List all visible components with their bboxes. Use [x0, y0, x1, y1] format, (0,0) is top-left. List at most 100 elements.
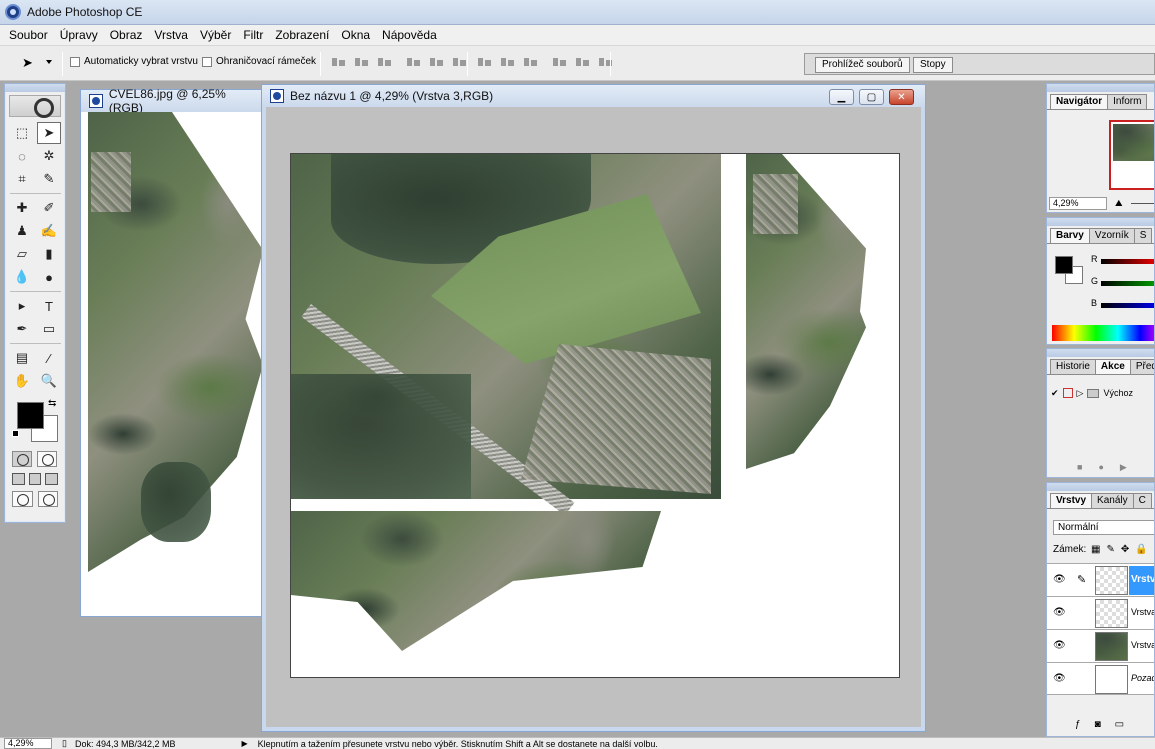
blend-mode-select[interactable]: Normální: [1053, 520, 1154, 535]
type-tool-icon[interactable]: T: [37, 295, 61, 317]
check-icon[interactable]: ✔: [1051, 388, 1059, 399]
path-selection-icon[interactable]: ▸: [10, 295, 34, 317]
lock-position-icon[interactable]: ✥: [1121, 544, 1129, 555]
tab-file-browser[interactable]: Prohlížeč souborů: [815, 57, 910, 73]
distribute-vcenter-icon[interactable]: [499, 55, 516, 69]
document-size[interactable]: Dok: 494,3 MB/342,2 MB: [75, 739, 176, 749]
align-vcenter-icon[interactable]: [353, 55, 370, 69]
default-colors-icon[interactable]: [12, 430, 19, 437]
record-icon[interactable]: ●: [1098, 462, 1103, 473]
menu-edit[interactable]: Úpravy: [54, 25, 104, 45]
maximize-button[interactable]: ▢: [859, 89, 884, 105]
distribute-hcenter-icon[interactable]: [574, 55, 591, 69]
pen-tool-icon[interactable]: ✒: [10, 318, 34, 340]
navigator-zoom-field[interactable]: 4,29%: [1049, 197, 1107, 210]
menu-filter[interactable]: Filtr: [237, 25, 269, 45]
align-bottom-icon[interactable]: [376, 55, 393, 69]
action-set-row[interactable]: ✔ ▷ Výchoz: [1051, 385, 1154, 401]
menu-file[interactable]: Soubor: [3, 25, 54, 45]
full-screen-icon[interactable]: [45, 473, 59, 485]
color-ramp[interactable]: [1052, 325, 1154, 341]
full-screen-menu-icon[interactable]: [28, 473, 42, 485]
history-brush-icon[interactable]: ✍: [37, 220, 61, 242]
menu-window[interactable]: Okna: [335, 25, 376, 45]
jump-icon[interactable]: [37, 491, 58, 507]
eye-icon[interactable]: 👁: [1053, 640, 1066, 651]
slice-tool-icon[interactable]: ✎: [37, 168, 61, 190]
distribute-left-icon[interactable]: [551, 55, 568, 69]
tab-history[interactable]: Historie: [1050, 359, 1096, 374]
lock-image-icon[interactable]: ✎: [1106, 544, 1114, 555]
lasso-tool-icon[interactable]: ◌: [10, 145, 34, 167]
show-bounding-box-checkbox[interactable]: Ohraničovací rámeček: [202, 56, 316, 67]
standard-screen-icon[interactable]: [12, 473, 25, 485]
panel-titlebar[interactable]: [1047, 483, 1154, 491]
menu-select[interactable]: Výběr: [194, 25, 237, 45]
align-right-icon[interactable]: [451, 55, 468, 69]
checkbox-box[interactable]: [70, 56, 80, 67]
eyedropper-icon[interactable]: ⁄: [37, 347, 61, 369]
panel-titlebar[interactable]: [1047, 349, 1154, 357]
minimize-button[interactable]: ▁: [829, 89, 854, 105]
close-button[interactable]: ✕: [889, 89, 914, 105]
shape-tool-icon[interactable]: ▭: [37, 318, 61, 340]
clone-stamp-icon[interactable]: ♟: [10, 220, 34, 242]
eraser-tool-icon[interactable]: ▱: [10, 243, 34, 265]
checkbox-box[interactable]: [202, 56, 212, 67]
dodge-tool-icon[interactable]: ●: [37, 266, 61, 288]
crop-tool-icon[interactable]: ⌗: [10, 168, 34, 190]
gradient-tool-icon[interactable]: ▮: [37, 243, 61, 265]
play-icon[interactable]: ▶: [1120, 462, 1127, 473]
tab-color[interactable]: Barvy: [1050, 228, 1090, 243]
distribute-bottom-icon[interactable]: [522, 55, 539, 69]
brush-tool-icon[interactable]: ✐: [37, 197, 61, 219]
hand-tool-icon[interactable]: ✋: [10, 370, 34, 392]
navigator-preview[interactable]: [1109, 120, 1154, 190]
tab-presets[interactable]: Předv: [1129, 359, 1154, 374]
tab-swatches[interactable]: Vzorník: [1088, 228, 1135, 243]
toolbox-titlebar[interactable]: [5, 84, 65, 92]
healing-brush-icon[interactable]: ✚: [10, 197, 34, 219]
tab-layers[interactable]: Vrstvy: [1050, 493, 1093, 508]
channel-g-slider[interactable]: [1101, 281, 1154, 286]
tab-actions[interactable]: Akce: [1094, 359, 1131, 374]
layer-mask-icon[interactable]: ◙: [1095, 719, 1101, 730]
align-hcenter-icon[interactable]: [428, 55, 445, 69]
panel-titlebar[interactable]: [1047, 218, 1154, 226]
tab-info[interactable]: Inform: [1107, 94, 1148, 109]
tab-paths[interactable]: Stopy: [913, 57, 953, 73]
eye-icon[interactable]: 👁: [1053, 574, 1066, 585]
lock-transparency-icon[interactable]: ▦: [1091, 544, 1100, 555]
zoom-out-icon[interactable]: ⛰: [1115, 198, 1123, 209]
marquee-tool-icon[interactable]: ⬚: [10, 122, 34, 144]
align-top-icon[interactable]: [330, 55, 347, 69]
document-canvas-area[interactable]: [81, 112, 263, 616]
document-titlebar[interactable]: Bez názvu 1 @ 4,29% (Vrstva 3,RGB): [262, 85, 925, 107]
swap-colors-icon[interactable]: ⇆: [48, 398, 56, 409]
status-zoom-field[interactable]: 4,29%: [4, 738, 52, 749]
foreground-color[interactable]: [17, 402, 44, 429]
menu-image[interactable]: Obraz: [104, 25, 149, 45]
distribute-top-icon[interactable]: [476, 55, 493, 69]
align-left-icon[interactable]: [405, 55, 422, 69]
magic-wand-icon[interactable]: ✲: [37, 145, 61, 167]
tool-preset-picker[interactable]: ➤: [8, 52, 58, 74]
quick-mask-icon[interactable]: [37, 451, 57, 467]
adobe-online-icon[interactable]: [9, 95, 61, 118]
menu-help[interactable]: Nápověda: [376, 25, 443, 45]
layer-style-icon[interactable]: ƒ: [1075, 719, 1081, 730]
tab-paths[interactable]: C: [1132, 493, 1152, 508]
expand-triangle-icon[interactable]: ▷: [1077, 388, 1084, 399]
channel-r-slider[interactable]: [1101, 259, 1154, 264]
zoom-tool-icon[interactable]: 🔍: [37, 370, 61, 392]
new-group-icon[interactable]: ▭: [1115, 719, 1124, 730]
panel-titlebar[interactable]: [1047, 84, 1154, 92]
blur-tool-icon[interactable]: 💧: [10, 266, 34, 288]
auto-select-layer-checkbox[interactable]: Automaticky vybrat vrstvu: [70, 56, 198, 67]
layer-row[interactable]: 👁 Pozadí: [1047, 662, 1154, 695]
eye-icon[interactable]: 👁: [1053, 673, 1066, 684]
layer-row[interactable]: 👁 ✎ Vrstva 3: [1047, 563, 1154, 596]
move-tool-icon[interactable]: ➤: [37, 122, 61, 144]
notes-tool-icon[interactable]: ▤: [10, 347, 34, 369]
layer-row[interactable]: 👁 Vrstva 2: [1047, 596, 1154, 629]
